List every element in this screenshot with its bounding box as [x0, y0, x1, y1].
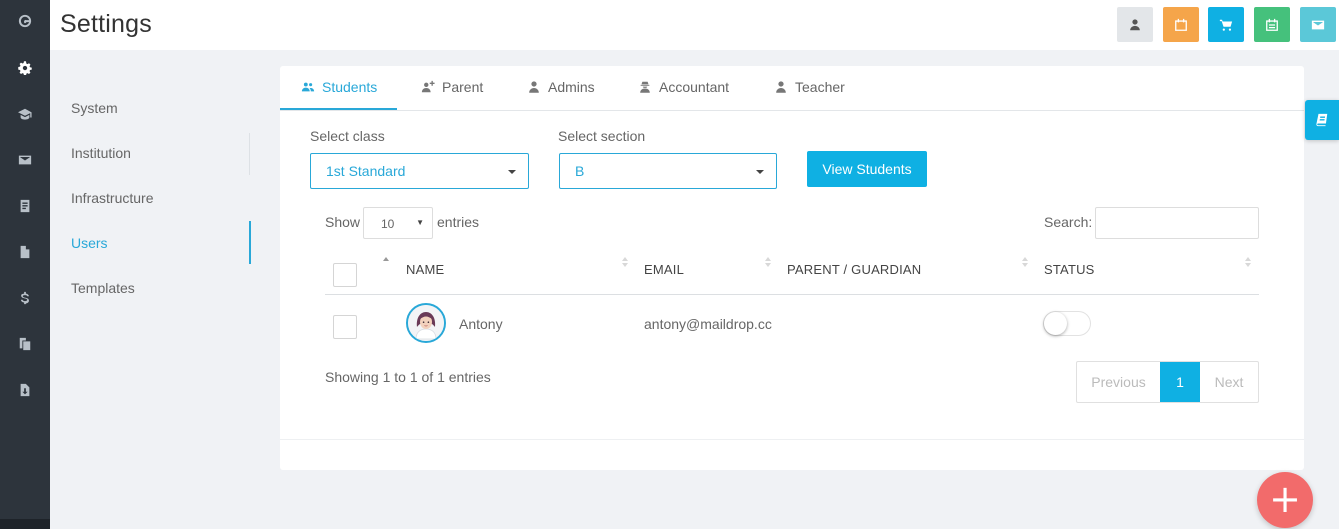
submenu-item-system[interactable]: System	[71, 100, 118, 116]
calendar-list-icon	[1266, 18, 1278, 31]
user-plus-icon	[421, 80, 435, 93]
page-length-value: 10	[381, 217, 395, 231]
tab-admins[interactable]: Admins	[527, 79, 595, 95]
previous-page-button[interactable]: Previous	[1077, 362, 1160, 402]
sort-icon[interactable]	[1244, 255, 1252, 271]
mail-icon	[1311, 20, 1325, 29]
entries-label: entries	[437, 214, 480, 230]
submenu-item-infrastructure[interactable]: Infrastructure	[71, 190, 153, 206]
submenu-active-indicator	[249, 221, 251, 264]
help-book-button[interactable]	[1305, 100, 1339, 140]
table-header-divider	[325, 294, 1259, 295]
envelope-icon[interactable]	[0, 145, 50, 175]
caret-down-icon: ▼	[416, 218, 424, 227]
select-all-checkbox[interactable]	[333, 263, 357, 287]
sort-icon[interactable]	[382, 255, 390, 271]
tab-students[interactable]: Students	[301, 79, 377, 95]
column-header-name[interactable]: NAME	[406, 262, 444, 277]
user-icon	[776, 81, 786, 93]
search-input[interactable]	[1095, 207, 1259, 239]
tab-parent[interactable]: Parent	[421, 79, 483, 95]
user-type-tabs: Students Parent Admins Accountant Teache…	[280, 66, 1304, 111]
page-button-current[interactable]: 1	[1160, 362, 1200, 402]
shopping-cart-icon	[1219, 19, 1233, 31]
tab-teacher[interactable]: Teacher	[774, 79, 845, 95]
messages-button[interactable]	[1300, 7, 1336, 42]
submenu-item-templates[interactable]: Templates	[71, 280, 135, 296]
cart-button[interactable]	[1208, 7, 1244, 42]
dollar-icon[interactable]	[0, 283, 50, 313]
users-panel: Students Parent Admins Accountant Teache…	[280, 66, 1304, 470]
tab-accountant-label: Accountant	[659, 79, 730, 95]
icon-sidebar	[0, 0, 50, 529]
toggle-knob	[1044, 312, 1067, 335]
schedule-button[interactable]	[1254, 7, 1290, 42]
calendar-button[interactable]	[1163, 7, 1199, 42]
tab-parent-label: Parent	[442, 79, 484, 95]
user-icon	[1130, 18, 1140, 30]
tab-accountant[interactable]: Accountant	[638, 79, 729, 95]
active-tab-indicator	[280, 108, 397, 110]
rail-footer	[0, 519, 50, 529]
user-icon	[529, 81, 539, 93]
student-email: antony@maildrop.cc	[644, 316, 772, 332]
book-icon	[1316, 113, 1328, 127]
chevron-down-icon	[756, 170, 764, 174]
download-file-icon[interactable]	[0, 375, 50, 405]
file-icon[interactable]	[0, 237, 50, 267]
next-page-button[interactable]: Next	[1200, 362, 1258, 402]
users-icon	[301, 82, 315, 92]
submenu-item-institution[interactable]: Institution	[71, 145, 131, 161]
avatar	[406, 303, 446, 343]
row-checkbox[interactable]	[333, 315, 357, 339]
page-length-select[interactable]: 10 ▼	[363, 207, 433, 239]
plus-icon: +	[1269, 476, 1301, 521]
search-label: Search:	[1044, 214, 1093, 230]
column-header-email[interactable]: EMAIL	[644, 262, 684, 277]
user-secret-icon	[640, 81, 650, 93]
card-divider	[280, 439, 1304, 440]
copy-icon[interactable]	[0, 329, 50, 359]
sort-icon[interactable]	[1021, 255, 1029, 271]
add-fab-button[interactable]: +	[1257, 472, 1313, 528]
sort-icon[interactable]	[621, 255, 629, 271]
select-section-label: Select section	[558, 128, 646, 144]
submenu-divider	[249, 133, 250, 175]
tab-admins-label: Admins	[548, 79, 595, 95]
sort-icon[interactable]	[764, 255, 772, 271]
tab-teacher-label: Teacher	[795, 79, 845, 95]
view-students-button[interactable]: View Students	[807, 151, 927, 187]
student-name: Antony	[459, 316, 503, 332]
show-label: Show	[325, 214, 361, 230]
page-title: Settings	[60, 10, 152, 38]
class-select[interactable]: 1st Standard	[310, 153, 529, 189]
chevron-down-icon	[508, 170, 516, 174]
tab-students-label: Students	[322, 79, 378, 95]
select-class-label: Select class	[310, 128, 385, 144]
top-header: Settings	[50, 0, 1339, 50]
gear-icon[interactable]	[0, 53, 50, 83]
section-select-value: B	[575, 163, 585, 179]
avatar-image	[408, 305, 444, 341]
table-info: Showing 1 to 1 of 1 entries	[325, 369, 491, 385]
column-header-status[interactable]: STATUS	[1044, 262, 1095, 277]
class-select-value: 1st Standard	[326, 163, 406, 179]
column-header-parent[interactable]: PARENT / GUARDIAN	[787, 262, 921, 277]
calendar-icon	[1175, 18, 1187, 31]
section-select[interactable]: B	[559, 153, 777, 189]
submenu-item-users[interactable]: Users	[71, 235, 108, 251]
status-toggle[interactable]	[1043, 311, 1091, 336]
profile-button[interactable]	[1117, 7, 1153, 42]
graduation-cap-icon[interactable]	[0, 99, 50, 129]
pagination: Previous 1 Next	[1076, 361, 1259, 403]
dashboard-icon[interactable]	[0, 6, 50, 36]
book-icon[interactable]	[0, 191, 50, 221]
